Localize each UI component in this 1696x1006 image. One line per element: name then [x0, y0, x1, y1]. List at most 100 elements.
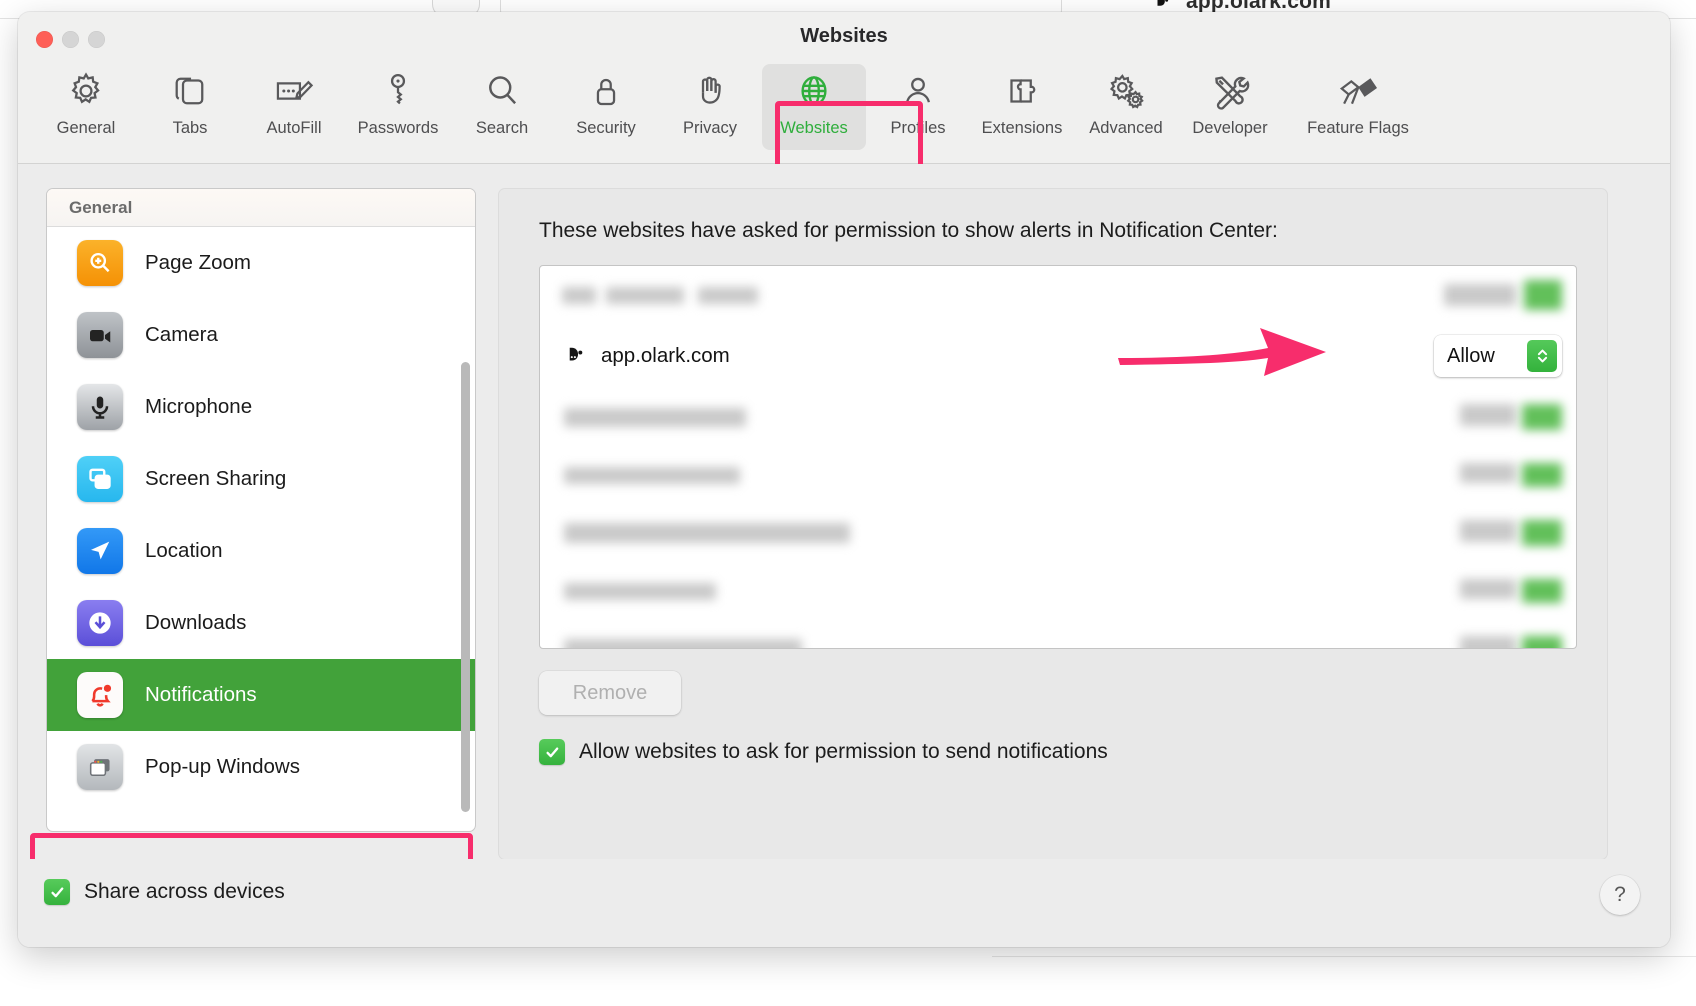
tab-label: General — [56, 119, 116, 137]
globe-icon — [792, 64, 836, 118]
popup-windows-icon — [77, 744, 123, 790]
tab-label: Feature Flags — [1307, 119, 1409, 137]
background-bottom-divider — [992, 956, 1696, 957]
hand-icon — [689, 64, 731, 118]
ask-permission-row[interactable]: Allow websites to ask for permission to … — [539, 739, 1577, 765]
redacted-row — [540, 620, 1576, 648]
flags-icon — [1334, 64, 1382, 118]
notifications-panel: These websites have asked for permission… — [498, 188, 1608, 860]
redacted-row — [540, 562, 1576, 620]
window-footer: Share across devices ? — [18, 859, 1670, 947]
tab-label: AutoFill — [266, 119, 322, 137]
sidebar-item-location[interactable]: Location — [47, 515, 475, 587]
tab-label: Passwords — [357, 119, 439, 137]
ask-permission-label: Allow websites to ask for permission to … — [579, 740, 1108, 763]
sidebar-item-popup-windows[interactable]: Pop-up Windows — [47, 731, 475, 803]
window-title: Websites — [800, 25, 888, 47]
tab-privacy[interactable]: Privacy — [658, 64, 762, 150]
panel-description: These websites have asked for permission… — [539, 219, 1278, 242]
sidebar-item-downloads[interactable]: Downloads — [47, 587, 475, 659]
person-icon — [897, 64, 939, 118]
notifications-icon — [77, 672, 123, 718]
tabs-icon — [169, 64, 211, 118]
settings-body: General Page Zoom Camera Microphone Scre… — [18, 164, 1670, 947]
screenshot-root: app.olark.com Websites General Tabs Auto… — [0, 0, 1696, 1006]
ask-permission-checkbox[interactable] — [539, 739, 565, 765]
tab-label: Profiles — [890, 119, 946, 137]
tools-icon — [1208, 64, 1252, 118]
tab-extensions[interactable]: Extensions — [970, 64, 1074, 150]
background-bottom — [0, 956, 1696, 1006]
gear-icon — [65, 64, 107, 118]
lock-icon — [585, 64, 627, 118]
tab-label: Extensions — [981, 119, 1063, 137]
redacted-permission-top — [1444, 280, 1562, 310]
sidebar-list: Page Zoom Camera Microphone Screen Shari… — [47, 227, 475, 829]
remove-button[interactable]: Remove — [539, 671, 681, 715]
sidebar-item-screen-sharing[interactable]: Screen Sharing — [47, 443, 475, 515]
puzzle-icon — [1001, 64, 1043, 118]
share-across-devices-row[interactable]: Share across devices — [44, 879, 285, 905]
sidebar-scrollbar[interactable] — [461, 362, 470, 812]
sidebar-item-label: Microphone — [145, 395, 253, 418]
sidebar-item-label: Location — [145, 539, 223, 562]
sidebar-item-microphone[interactable]: Microphone — [47, 371, 475, 443]
sidebar-item-camera[interactable]: Camera — [47, 299, 475, 371]
tab-label: Developer — [1192, 119, 1268, 137]
search-icon — [481, 64, 523, 118]
permission-dropdown-allow[interactable]: Allow — [1434, 335, 1562, 377]
settings-toolbar: General Tabs AutoFill Passwords Search S… — [18, 60, 1670, 219]
tab-passwords[interactable]: Passwords — [346, 64, 450, 150]
sidebar-item-page-zoom[interactable]: Page Zoom — [47, 227, 475, 299]
redacted-site-name — [562, 286, 758, 304]
tab-label: Search — [475, 119, 529, 137]
redacted-row — [540, 388, 1576, 446]
gears-icon — [1104, 64, 1148, 118]
sidebar-item-label: Notifications — [145, 683, 257, 706]
tab-search[interactable]: Search — [450, 64, 554, 150]
screen-sharing-icon — [77, 456, 123, 502]
tab-label: Privacy — [682, 119, 738, 137]
sidebar-item-label: Screen Sharing — [145, 467, 287, 490]
camera-icon — [77, 312, 123, 358]
sidebar-section-header: General — [47, 189, 475, 227]
tab-autofill[interactable]: AutoFill — [242, 64, 346, 150]
tab-label: Advanced — [1089, 119, 1163, 137]
redacted-row — [540, 446, 1576, 504]
tab-advanced[interactable]: Advanced — [1074, 64, 1178, 150]
sidebar-item-label: Pop-up Windows — [145, 755, 300, 778]
tab-general[interactable]: General — [34, 64, 138, 150]
tab-label: Websites — [780, 119, 848, 137]
tab-tabs[interactable]: Tabs — [138, 64, 242, 150]
share-across-devices-label: Share across devices — [84, 880, 285, 903]
tab-feature-flags[interactable]: Feature Flags — [1282, 64, 1434, 150]
location-icon — [77, 528, 123, 574]
tab-developer[interactable]: Developer — [1178, 64, 1282, 150]
downloads-icon — [77, 600, 123, 646]
chevron-updown-icon — [1527, 340, 1557, 372]
websites-sidebar: General Page Zoom Camera Microphone Scre… — [46, 188, 476, 832]
website-row-olark[interactable]: app.olark.com Allow — [540, 324, 1576, 388]
sidebar-item-label: Downloads — [145, 611, 247, 634]
tab-websites[interactable]: Websites — [762, 64, 866, 150]
page-zoom-icon — [77, 240, 123, 286]
olark-favicon-icon — [562, 344, 587, 369]
redacted-row-top — [540, 266, 1576, 324]
settings-window: Websites General Tabs AutoFill Passwords… — [18, 12, 1670, 947]
share-across-devices-checkbox[interactable] — [44, 879, 70, 905]
microphone-icon — [77, 384, 123, 430]
sidebar-item-notifications[interactable]: Notifications — [47, 659, 475, 731]
key-icon — [377, 64, 419, 118]
autofill-icon — [272, 64, 316, 118]
tab-security[interactable]: Security — [554, 64, 658, 150]
redacted-row — [540, 504, 1576, 562]
website-permission-list: app.olark.com Allow — [539, 265, 1577, 649]
tab-label: Tabs — [172, 119, 208, 137]
tab-label: Security — [576, 119, 636, 137]
help-button[interactable]: ? — [1600, 875, 1640, 915]
sidebar-item-label: Page Zoom — [145, 251, 251, 274]
window-titlebar: Websites — [18, 12, 1670, 60]
sidebar-item-label: Camera — [145, 323, 218, 346]
website-name: app.olark.com — [601, 344, 730, 367]
tab-profiles[interactable]: Profiles — [866, 64, 970, 150]
